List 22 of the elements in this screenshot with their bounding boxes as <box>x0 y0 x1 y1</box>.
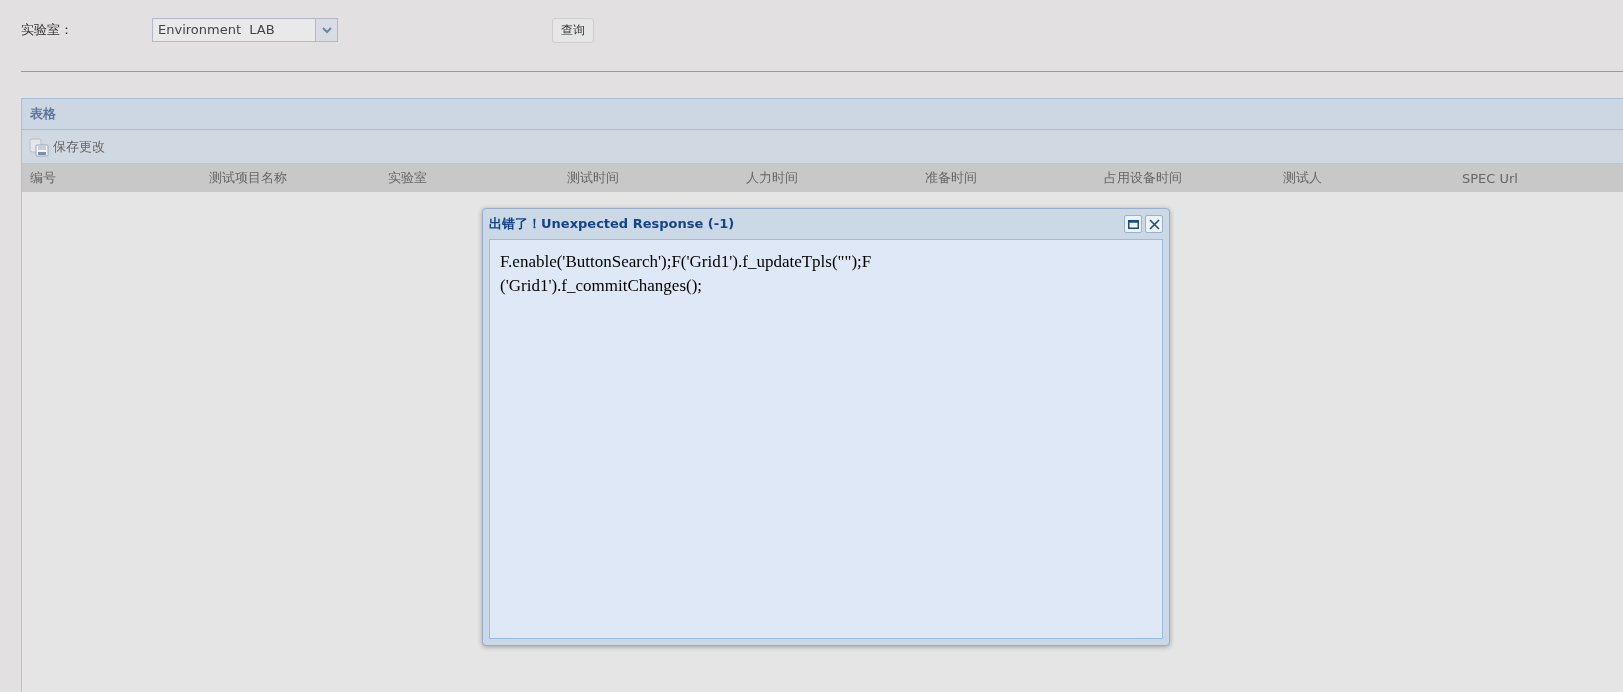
save-icon <box>29 136 49 157</box>
column-header[interactable]: 实验室 <box>380 169 559 187</box>
column-header[interactable]: 测试时间 <box>559 169 738 187</box>
panel-title: 表格 <box>30 105 56 123</box>
maximize-button[interactable] <box>1124 215 1142 233</box>
column-header[interactable]: 人力时间 <box>738 169 917 187</box>
lab-label: 实验室： <box>21 21 74 39</box>
lab-dropdown[interactable]: Environment LAB <box>152 18 338 42</box>
chevron-down-icon <box>321 26 332 34</box>
save-changes-button[interactable]: 保存更改 <box>27 134 107 159</box>
search-button[interactable]: 查询 <box>552 17 594 43</box>
column-header[interactable]: 测试项目名称 <box>201 169 380 187</box>
column-header[interactable]: 准备时间 <box>917 169 1096 187</box>
column-header[interactable]: 编号 <box>22 169 201 187</box>
close-button[interactable] <box>1145 215 1163 233</box>
error-message: F.enable('ButtonSearch');F('Grid1').f_updateTpls("");F ('Grid1').f_commitChanges(); <box>499 251 873 297</box>
column-header[interactable]: 占用设备时间 <box>1096 169 1275 187</box>
column-header[interactable]: SPEC Url <box>1454 170 1623 186</box>
maximize-icon <box>1127 219 1139 229</box>
column-header[interactable]: 测试人 <box>1275 169 1454 187</box>
dialog-title: 出错了！Unexpected Response (-1) <box>489 215 736 233</box>
close-icon <box>1148 218 1160 230</box>
